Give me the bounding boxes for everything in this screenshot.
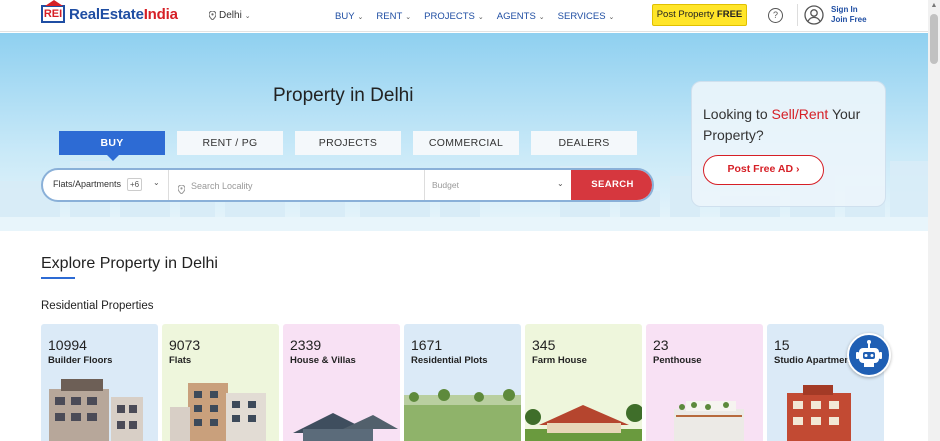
category-card-farm-house[interactable]: 345 Farm House — [525, 324, 642, 441]
site-logo[interactable]: REI RealEstateIndia — [41, 0, 178, 23]
property-search-bar: Flats/Apartments +6 ⌄ Search Locality Bu… — [41, 168, 654, 202]
card-count: 1671 — [411, 337, 443, 353]
post-property-button[interactable]: Post Property FREE — [652, 4, 747, 26]
category-card-flats[interactable]: 9073 Flats — [162, 324, 279, 441]
search-divider — [424, 170, 425, 200]
tab-rent-pg[interactable]: RENT / PG — [177, 131, 283, 155]
join-free-label: Join Free — [831, 15, 867, 24]
chevron-down-icon: ⌄ — [405, 13, 412, 21]
page-title: Property in Delhi — [273, 85, 414, 106]
card-name: Farm House — [532, 355, 587, 366]
property-type-select[interactable]: Flats/Apartments — [53, 179, 121, 189]
nav-services-label: SERVICES — [557, 11, 606, 22]
promo-line1-emph: Sell/Rent — [771, 106, 829, 122]
search-divider — [168, 170, 169, 200]
chevron-right-icon: › — [795, 163, 800, 175]
chevron-down-icon: ⌄ — [244, 12, 251, 20]
builder-floor-building-image — [49, 379, 143, 441]
nav-buy-label: BUY — [335, 11, 355, 22]
logo-name-part1: RealEstate — [69, 5, 144, 23]
search-category-tabs: BUY RENT / PG PROJECTS COMMERCIAL DEALER… — [59, 131, 649, 161]
card-name: Flats — [169, 355, 192, 366]
city-label: Delhi — [219, 10, 242, 21]
promo-line2: Property? — [703, 127, 764, 143]
chevron-down-icon: ⌄ — [608, 13, 615, 21]
nav-projects[interactable]: PROJECTS ⌄ — [424, 11, 484, 22]
locality-search-input[interactable]: Search Locality — [191, 181, 253, 191]
residential-plot-image — [404, 389, 521, 441]
tab-projects[interactable]: PROJECTS — [295, 131, 401, 155]
category-card-builder-floors[interactable]: 10994 Builder Floors — [41, 324, 158, 441]
user-icon[interactable] — [804, 5, 824, 30]
page-scrollbar[interactable]: ▲ — [928, 0, 940, 441]
chevron-down-icon[interactable]: ⌄ — [153, 178, 160, 187]
help-icon[interactable]: ? — [768, 8, 783, 23]
card-name: Penthouse — [653, 355, 702, 366]
card-count: 9073 — [169, 337, 201, 353]
house-villa-image — [293, 413, 398, 441]
promo-text: Looking to Sell/Rent Your Property? — [703, 104, 883, 146]
residential-properties-heading: Residential Properties — [41, 300, 154, 312]
farm-house-image — [525, 404, 642, 441]
chevron-down-icon: ⌄ — [538, 13, 545, 21]
card-name: Builder Floors — [48, 355, 113, 366]
chatbot-robot-icon[interactable] — [847, 333, 891, 377]
card-count: 345 — [532, 337, 556, 353]
header-divider — [797, 4, 798, 26]
tab-dealers[interactable]: DEALERS — [531, 131, 637, 155]
nav-buy[interactable]: BUY ⌄ — [335, 11, 363, 22]
category-card-house-villas[interactable]: 2339 House & Villas — [283, 324, 400, 441]
card-name: Residential Plots — [411, 355, 488, 366]
nav-projects-label: PROJECTS — [424, 11, 475, 22]
promo-line1-prefix: Looking to — [703, 106, 772, 122]
penthouse-image — [674, 401, 744, 441]
flats-building-image — [170, 383, 266, 441]
sign-in-label: Sign In — [831, 5, 858, 14]
sell-rent-promo-card: Looking to Sell/Rent Your Property? Post… — [691, 81, 886, 207]
card-count: 10994 — [48, 337, 87, 353]
card-count: 15 — [774, 337, 790, 353]
card-name: House & Villas — [290, 355, 356, 366]
card-count: 2339 — [290, 337, 322, 353]
logo-name-part2: India — [143, 5, 178, 23]
site-header: REI RealEstateIndia Delhi ⌄ BUY ⌄ RENT ⌄ P… — [0, 0, 928, 32]
category-card-residential-plots[interactable]: 1671 Residential Plots — [404, 324, 521, 441]
nav-rent[interactable]: RENT ⌄ — [376, 11, 411, 22]
post-free-ad-button[interactable]: Post Free AD › — [703, 155, 824, 185]
budget-select[interactable]: Budget — [432, 180, 459, 190]
sign-in-link[interactable]: Sign In Join Free — [831, 5, 867, 25]
tab-buy[interactable]: BUY — [59, 131, 165, 161]
nav-rent-label: RENT — [376, 11, 403, 22]
explore-section-title: Explore Property in Delhi — [41, 255, 218, 272]
scroll-up-arrow-icon[interactable]: ▲ — [928, 2, 940, 9]
hero-banner: Property in Delhi BUY RENT / PG PROJECTS… — [0, 33, 928, 231]
scroll-thumb[interactable] — [930, 14, 938, 64]
chevron-down-icon: ⌄ — [357, 13, 364, 21]
post-property-label: Post Property — [656, 9, 715, 20]
title-underline — [41, 277, 75, 279]
post-property-free: FREE — [716, 9, 743, 20]
nav-agents[interactable]: AGENTS ⌄ — [497, 11, 545, 22]
logo-name: RealEstateIndia — [69, 6, 178, 23]
logo-badge: REI — [41, 0, 65, 23]
studio-apartment-image — [787, 385, 851, 441]
card-name: Studio Apartments — [774, 355, 859, 366]
post-free-ad-label: Post Free AD — [727, 163, 794, 175]
main-nav: BUY ⌄ RENT ⌄ PROJECTS ⌄ AGENTS ⌄ SERVICES ⌄ — [335, 11, 627, 22]
property-category-cards: 10994 Builder Floors 9073 Flats 2339 Hou… — [41, 324, 888, 441]
property-type-more-badge[interactable]: +6 — [127, 178, 143, 191]
chevron-down-icon: ⌄ — [477, 13, 484, 21]
promo-line1-suffix: Your — [828, 106, 861, 122]
card-count: 23 — [653, 337, 669, 353]
tab-commercial[interactable]: COMMERCIAL — [413, 131, 519, 155]
chevron-down-icon[interactable]: ⌄ — [557, 179, 564, 188]
location-pin-icon — [177, 181, 186, 199]
search-button[interactable]: SEARCH — [571, 170, 652, 200]
location-pin-icon — [209, 11, 216, 20]
city-selector[interactable]: Delhi ⌄ — [209, 10, 251, 21]
category-card-penthouse[interactable]: 23 Penthouse — [646, 324, 763, 441]
nav-agents-label: AGENTS — [496, 11, 536, 22]
nav-services[interactable]: SERVICES ⌄ — [558, 11, 615, 22]
